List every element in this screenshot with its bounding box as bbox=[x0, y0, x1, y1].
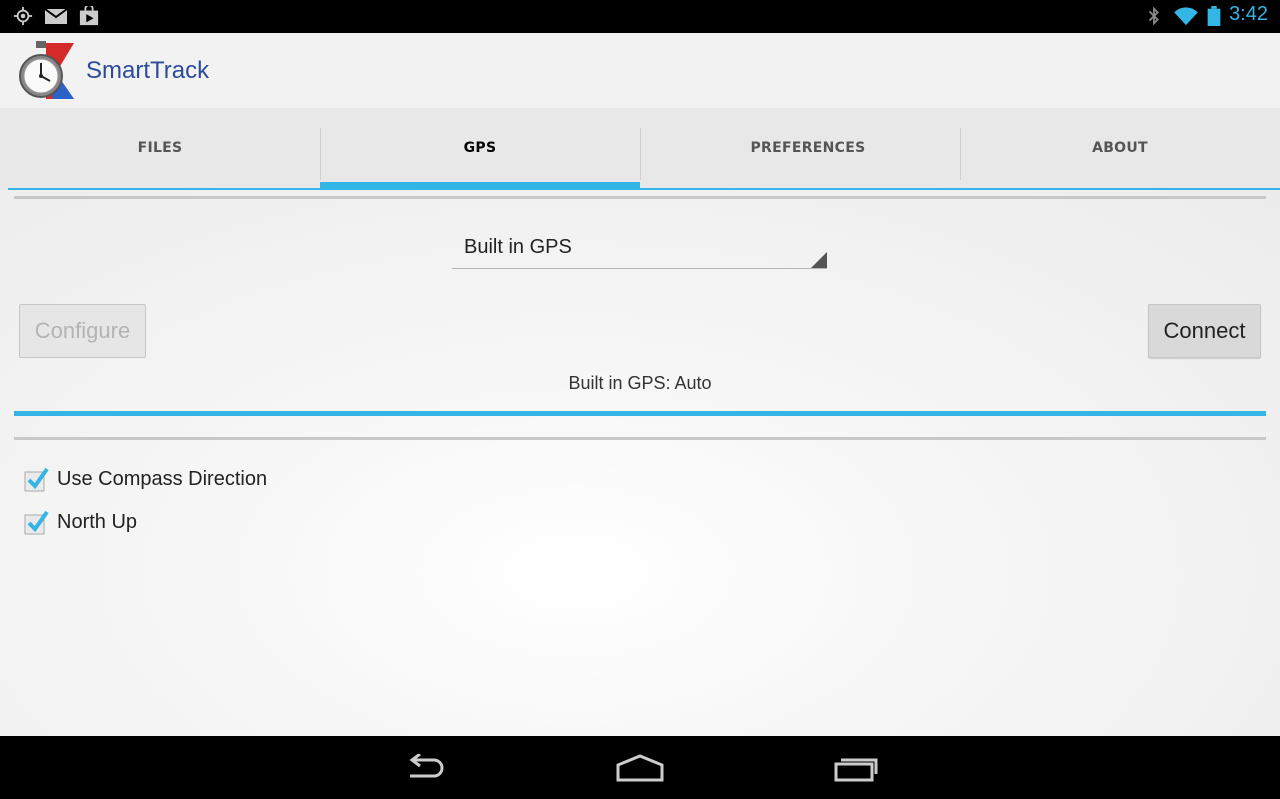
connect-button[interactable]: Connect bbox=[1148, 304, 1261, 358]
progress-bar bbox=[14, 411, 1266, 416]
play-store-icon bbox=[79, 6, 99, 26]
configure-button[interactable]: Configure bbox=[19, 304, 146, 358]
gps-source-value: Built in GPS bbox=[464, 236, 572, 258]
wifi-icon bbox=[1174, 7, 1198, 26]
divider bbox=[14, 196, 1266, 199]
tab-preferences[interactable]: PREFERENCES bbox=[640, 108, 976, 188]
status-bar: 3:42 bbox=[0, 0, 1280, 33]
gps-panel: Built in GPS Configure Connect Built in … bbox=[0, 190, 1280, 736]
north-up-checkbox[interactable] bbox=[24, 509, 50, 535]
north-up-label: North Up bbox=[57, 510, 138, 533]
north-up-option[interactable]: North Up bbox=[24, 507, 137, 537]
use-compass-direction-label: Use Compass Direction bbox=[57, 467, 268, 490]
recents-button[interactable] bbox=[826, 750, 886, 786]
divider bbox=[14, 437, 1266, 440]
battery-icon bbox=[1207, 6, 1221, 26]
home-icon bbox=[616, 754, 664, 782]
tab-gps[interactable]: GPS bbox=[320, 108, 640, 188]
back-button[interactable] bbox=[394, 750, 454, 786]
tab-about[interactable]: ABOUT bbox=[960, 108, 1280, 188]
home-button[interactable] bbox=[610, 750, 670, 786]
app-title: SmartTrack bbox=[86, 57, 210, 84]
gmail-icon bbox=[44, 8, 68, 24]
recents-icon bbox=[834, 758, 878, 782]
use-compass-direction-checkbox[interactable] bbox=[24, 466, 50, 492]
clock: 3:42 bbox=[1229, 3, 1268, 25]
tab-files[interactable]: FILES bbox=[0, 108, 320, 188]
navigation-bar bbox=[0, 736, 1280, 799]
gps-status-text: Built in GPS: Auto bbox=[568, 373, 712, 393]
gps-source-spinner[interactable]: Built in GPS bbox=[452, 234, 827, 269]
action-bar: SmartTrack bbox=[0, 33, 1280, 108]
tab-bar: FILES GPS PREFERENCES ABOUT bbox=[0, 108, 1280, 190]
back-icon bbox=[409, 754, 444, 778]
stopwatch-logo-icon[interactable] bbox=[16, 39, 78, 101]
bluetooth-icon bbox=[1148, 6, 1159, 26]
tab-selected-indicator bbox=[320, 182, 640, 189]
dropdown-arrow-icon bbox=[811, 252, 827, 268]
gps-icon bbox=[13, 6, 33, 26]
use-compass-direction-option[interactable]: Use Compass Direction bbox=[24, 464, 267, 494]
